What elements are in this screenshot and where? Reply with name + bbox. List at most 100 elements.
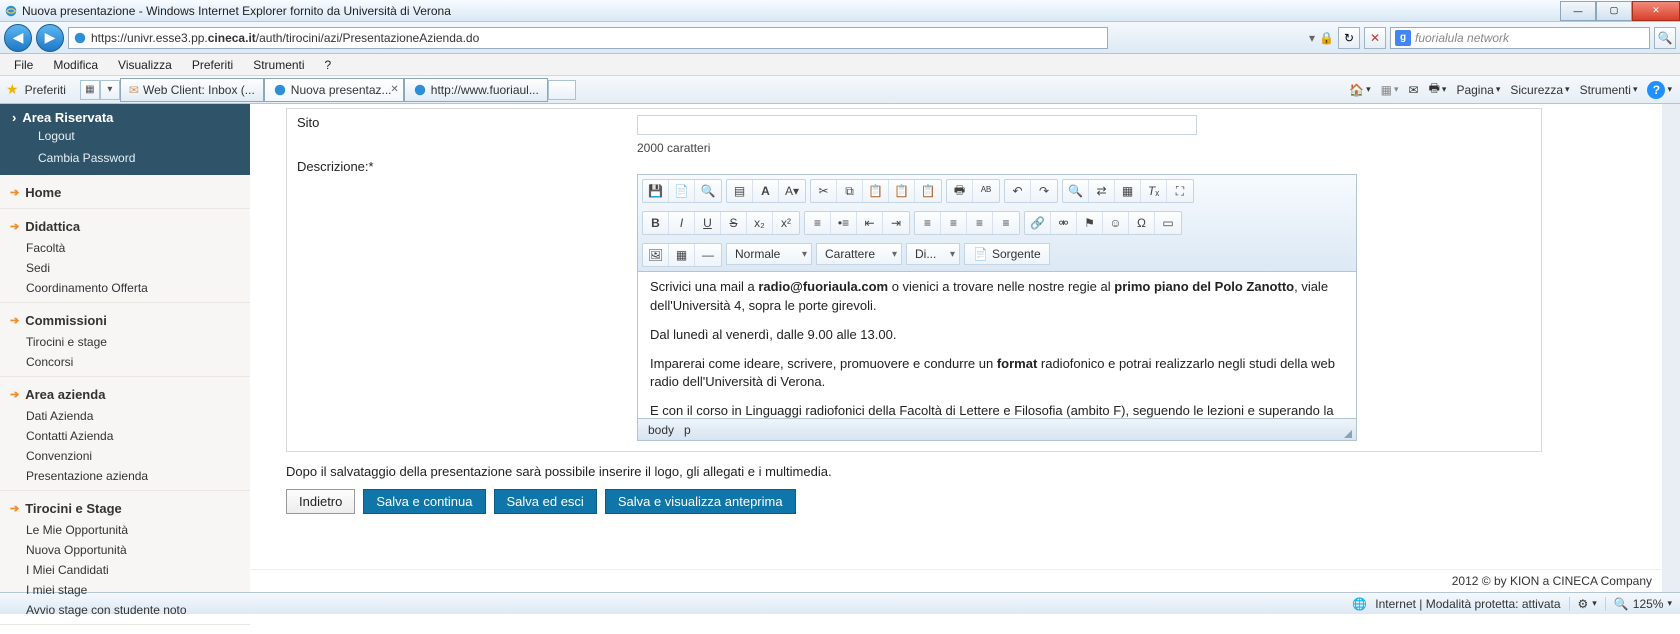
image-button[interactable]: 🖼 <box>643 244 669 266</box>
remove-format-icon[interactable]: Tₓ <box>1141 180 1167 202</box>
zoom-dropdown-icon[interactable]: ▾ <box>1667 598 1672 609</box>
sidebar-item-miei-stage[interactable]: I miei stage <box>10 580 240 600</box>
editor-content[interactable]: Scrivici una mail a radio@fuoriaula.com … <box>638 272 1356 418</box>
spellcheck-icon[interactable]: ᴬᴮ <box>973 180 999 202</box>
dropdown-icon[interactable]: ▾ <box>1309 31 1315 45</box>
preview-icon[interactable]: 🔍 <box>695 180 721 202</box>
tools-menu[interactable]: Strumenti ▾ <box>1578 83 1640 97</box>
resize-handle-icon[interactable] <box>1344 430 1352 438</box>
print-button[interactable]: 🖶▾ <box>1427 79 1449 100</box>
nav-forward-button[interactable]: ▶ <box>36 24 64 52</box>
window-close-button[interactable]: ✕ <box>1632 1 1680 21</box>
bullet-list-button[interactable]: •≡ <box>831 212 857 234</box>
sidebar-item-dati-azienda[interactable]: Dati Azienda <box>10 406 240 426</box>
window-minimize-button[interactable]: — <box>1560 1 1596 21</box>
nav-back-button[interactable]: ◀ <box>4 24 32 52</box>
sidebar-tirocini-title[interactable]: ➔Tirocini e Stage <box>10 497 240 520</box>
special-char-button[interactable]: Ω <box>1129 212 1155 234</box>
paste-word-icon[interactable]: 📋 <box>915 180 941 202</box>
align-right-button[interactable]: ≡ <box>967 212 993 234</box>
italic-button[interactable]: I <box>669 212 695 234</box>
unlink-button[interactable]: ⚮ <box>1051 212 1077 234</box>
sidebar-item-presentazione[interactable]: Presentazione azienda <box>10 466 240 486</box>
tab-list-button[interactable]: ▾ <box>100 80 120 100</box>
sidebar-item-concorsi[interactable]: Concorsi <box>10 352 240 372</box>
path-p[interactable]: p <box>684 423 691 437</box>
font-select[interactable]: Carattere <box>816 243 902 265</box>
favorites-star-icon[interactable]: ★ <box>6 81 19 98</box>
menu-view[interactable]: Visualizza <box>110 56 180 74</box>
format-select[interactable]: Normale <box>726 243 812 265</box>
find-icon[interactable]: 🔍 <box>1063 180 1089 202</box>
zoom-icon[interactable]: 🔍 <box>1614 597 1629 611</box>
sidebar-item-contatti-azienda[interactable]: Contatti Azienda <box>10 426 240 446</box>
mail-button[interactable]: ✉ <box>1407 83 1421 97</box>
search-input[interactable] <box>1415 31 1645 45</box>
redo-icon[interactable]: ↷ <box>1031 180 1057 202</box>
bold-button[interactable]: B <box>643 212 669 234</box>
sidebar-logout[interactable]: Logout <box>12 125 238 147</box>
replace-icon[interactable]: ⇄ <box>1089 180 1115 202</box>
save-icon[interactable]: 💾 <box>643 180 669 202</box>
smiley-button[interactable]: ☺ <box>1103 212 1129 234</box>
sidebar-didattica-title[interactable]: ➔Didattica <box>10 215 240 238</box>
align-justify-button[interactable]: ≡ <box>993 212 1019 234</box>
strike-button[interactable]: S <box>721 212 747 234</box>
home-button[interactable]: 🏠▾ <box>1347 83 1372 97</box>
table-button[interactable]: ▦ <box>669 244 695 266</box>
undo-icon[interactable]: ↶ <box>1005 180 1031 202</box>
maximize-icon[interactable]: ⛶ <box>1167 180 1193 202</box>
menu-tools[interactable]: Strumenti <box>245 56 312 74</box>
security-menu[interactable]: Sicurezza ▾ <box>1508 83 1571 97</box>
tab-close-icon[interactable]: ✕ <box>390 84 398 95</box>
underline-button[interactable]: U <box>695 212 721 234</box>
tab-nuova-presentazione[interactable]: Nuova presentaz... ✕ <box>264 78 404 102</box>
feeds-button[interactable]: ▦▾ <box>1379 83 1401 97</box>
sidebar-item-facolta[interactable]: Facoltà <box>10 238 240 258</box>
sidebar-home-title[interactable]: ➔Home <box>10 181 240 204</box>
align-left-button[interactable]: ≡ <box>915 212 941 234</box>
page-menu[interactable]: Pagina ▾ <box>1454 83 1502 97</box>
anchor-button[interactable]: ⚑ <box>1077 212 1103 234</box>
hr-button[interactable]: ― <box>695 244 721 266</box>
sidebar-area-azienda-title[interactable]: ➔Area azienda <box>10 383 240 406</box>
bold-letter-icon[interactable]: A <box>753 180 779 202</box>
save-continue-button[interactable]: Salva e continua <box>363 489 485 514</box>
search-box[interactable]: g <box>1390 27 1650 49</box>
sidebar-commissioni-title[interactable]: ➔Commissioni <box>10 309 240 332</box>
letter-dropdown-icon[interactable]: A▾ <box>779 180 805 202</box>
quick-tabs-button[interactable]: ▦ <box>80 80 100 100</box>
outdent-button[interactable]: ⇤ <box>857 212 883 234</box>
cut-icon[interactable]: ✂ <box>811 180 837 202</box>
paste-icon[interactable]: 📋 <box>863 180 889 202</box>
align-center-button[interactable]: ≡ <box>941 212 967 234</box>
menu-edit[interactable]: Modifica <box>45 56 106 74</box>
indent-button[interactable]: ⇥ <box>883 212 909 234</box>
sidebar-item-miei-candidati[interactable]: I Miei Candidati <box>10 560 240 580</box>
search-go-button[interactable]: 🔍 <box>1654 27 1676 49</box>
new-tab-button[interactable] <box>548 80 576 100</box>
selectall-icon[interactable]: ▦ <box>1115 180 1141 202</box>
refresh-button[interactable]: ↻ <box>1338 27 1360 49</box>
paste-text-icon[interactable]: 📋 <box>889 180 915 202</box>
sidebar-item-mie-opportunita[interactable]: Le Mie Opportunità <box>10 520 240 540</box>
url-field[interactable]: https://univr.esse3.pp.cineca.it/auth/ti… <box>68 27 1108 49</box>
help-button[interactable]: ?▾ <box>1645 81 1674 99</box>
numbered-list-button[interactable]: ≡ <box>805 212 831 234</box>
favorites-label[interactable]: Preferiti <box>25 83 66 97</box>
protected-mode-icon[interactable]: ⚙ <box>1578 597 1589 611</box>
iframe-button[interactable]: ▭ <box>1155 212 1181 234</box>
back-button[interactable]: Indietro <box>286 489 355 514</box>
sidebar-item-sedi[interactable]: Sedi <box>10 258 240 278</box>
sito-input[interactable] <box>637 115 1197 135</box>
size-select[interactable]: Di... <box>906 243 960 265</box>
tab-fuoriaula[interactable]: http://www.fuoriaul... <box>404 78 548 102</box>
sidebar-item-convenzioni[interactable]: Convenzioni <box>10 446 240 466</box>
sidebar-item-avvio-stage[interactable]: Avvio stage con studente noto <box>10 600 240 620</box>
sidebar-item-coordinamento[interactable]: Coordinamento Offerta <box>10 278 240 298</box>
subscript-button[interactable]: x₂ <box>747 212 773 234</box>
source-button[interactable]: 📄Sorgente <box>964 243 1050 265</box>
save-exit-button[interactable]: Salva ed esci <box>494 489 597 514</box>
print-icon[interactable]: 🖶 <box>947 180 973 202</box>
new-page-icon[interactable]: 📄 <box>669 180 695 202</box>
